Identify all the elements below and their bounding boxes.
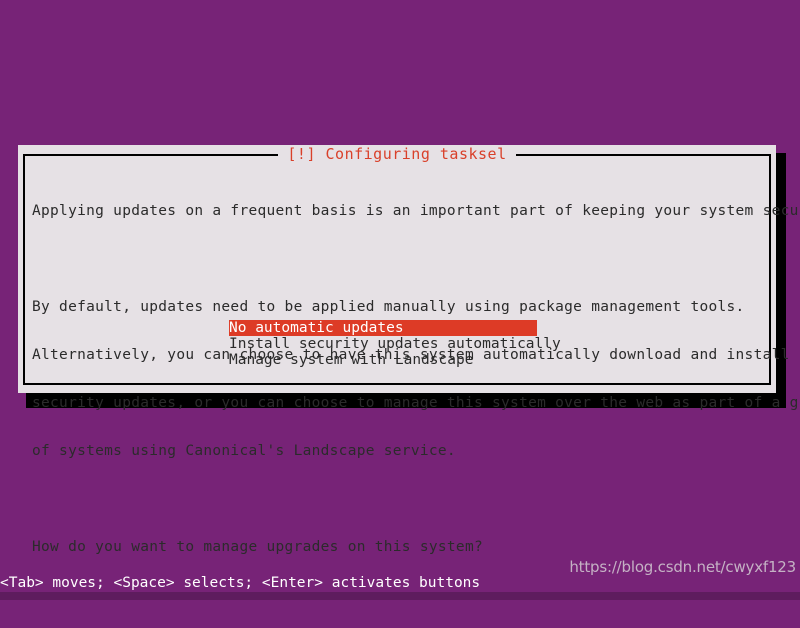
- paragraph-spacer-2: [32, 491, 766, 507]
- option-manage-system-with-landscape[interactable]: Manage system with Landscape: [229, 352, 561, 368]
- keyboard-hint-text: <Tab> moves; <Space> selects; <Enter> ac…: [0, 575, 481, 591]
- explanation-line-1: By default, updates need to be applied m…: [32, 299, 745, 315]
- status-bar: <Tab> moves; <Space> selects; <Enter> ac…: [0, 574, 800, 592]
- bottom-edge-strip: [0, 592, 800, 600]
- option-no-automatic-updates[interactable]: No automatic updates: [229, 320, 537, 336]
- intro-paragraph: Applying updates on a frequent basis is …: [32, 203, 800, 219]
- configuring-tasksel-dialog: [!] Configuring tasksel Applying updates…: [18, 145, 800, 555]
- terminal-screen: [!] Configuring tasksel Applying updates…: [0, 0, 800, 600]
- paragraph-spacer-1: [32, 251, 766, 267]
- question-prompt: How do you want to manage upgrades on th…: [32, 539, 483, 555]
- explanation-line-4: of systems using Canonical's Landscape s…: [32, 443, 456, 459]
- explanation-line-3: security updates, or you can choose to m…: [32, 395, 800, 411]
- upgrade-option-list[interactable]: No automatic updates Install security up…: [229, 320, 561, 368]
- option-install-security-updates-automatically[interactable]: Install security updates automatically: [229, 336, 561, 352]
- dialog-body-text: Applying updates on a frequent basis is …: [32, 171, 800, 587]
- watermark-text: https://blog.csdn.net/cwyxf123: [569, 558, 796, 576]
